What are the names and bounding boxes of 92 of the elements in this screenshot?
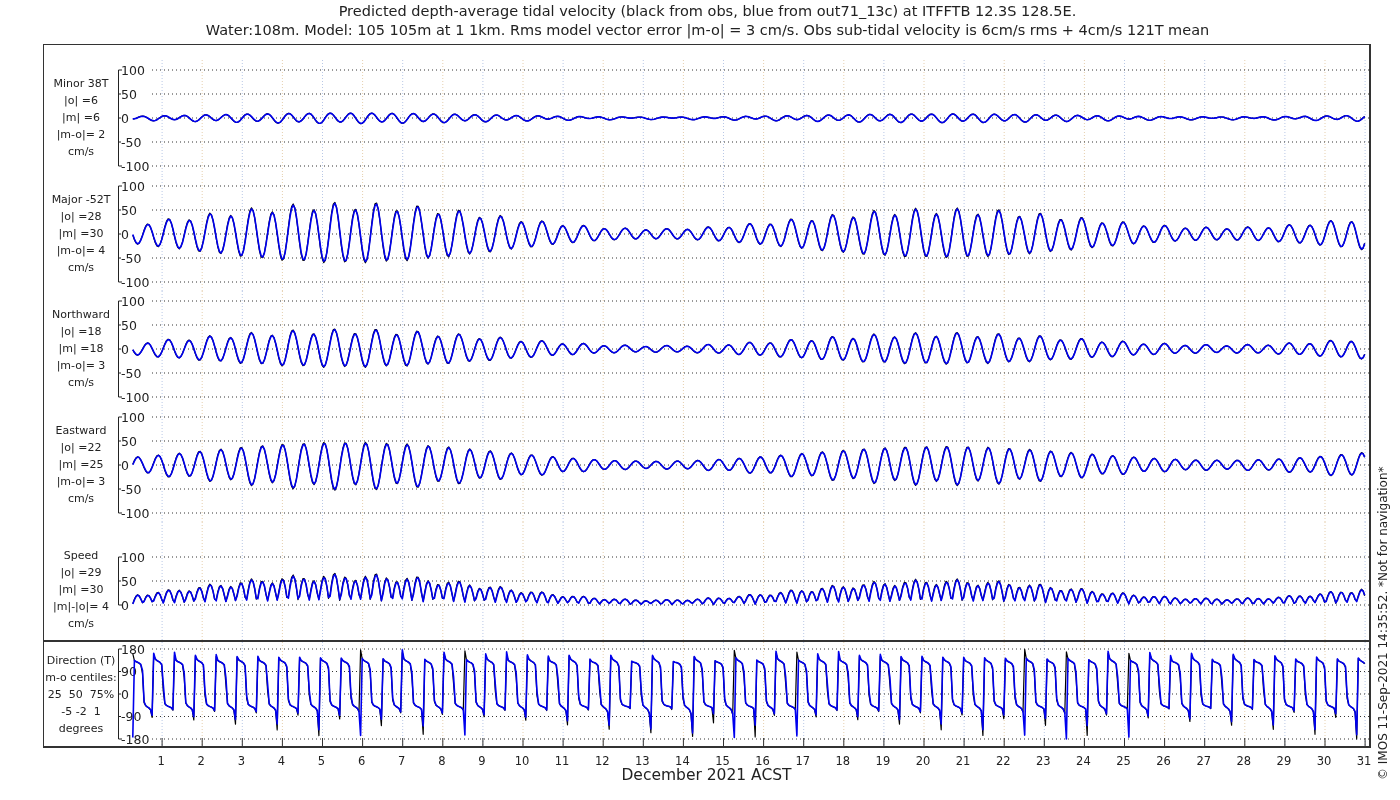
axis-tick-label: 29 [1276,754,1292,768]
axis-tick-label: 26 [1156,754,1171,768]
axis-tick-label: 31 [1356,754,1372,768]
axis-tick-label: -100 [121,274,150,289]
panel-label: cm/s [67,259,95,276]
panel-label: |o| =6 [64,93,98,110]
axis-tick-label: 12 [594,754,610,768]
axis-tick-label: 17 [795,754,810,768]
axis-tick-label: 15 [715,754,730,768]
panel-label: |o| =22 [60,439,102,456]
panel-label: Minor 38T [53,76,109,93]
panel-label: |o| =29 [60,565,102,581]
axis-tick-label: 13 [635,754,650,768]
panel-label: Northward [52,307,110,324]
axis-tick-label: 25 [1116,754,1131,768]
axis-tick-label: 23 [1036,754,1051,768]
axis-tick-label: 1 [157,754,165,768]
axis-tick-label: 9 [478,754,486,768]
axis-tick-label: 28 [1236,754,1252,768]
axis-tick-label: 14 [675,754,690,768]
axis-tick-label: 2 [197,754,205,768]
panel-label: |m| =30 [58,582,104,598]
panel-label: Speed [63,548,99,564]
axis-tick-label: -50 [121,134,142,150]
axis-tick-label: -50 [121,365,142,381]
panel-label: |m| =25 [58,456,104,473]
credit-text: © IMOS 11-Sep-2021 14:35:52. *Not for navigation* [1376,466,1390,780]
axis-tick-label: 20 [915,754,931,768]
axis-tick-label: 30 [1316,754,1332,768]
panel-label: m-o centiles: [45,669,117,686]
axis-tick-label: 19 [875,754,891,768]
panel-label: cm/s [67,490,95,507]
axis-tick-label: 11 [554,754,570,768]
axis-tick-label: -100 [121,505,150,520]
panel-label: |m-o|= 3 [56,473,106,490]
axis-tick-label: 4 [277,754,286,768]
axis-tick-label: -180 [121,731,150,746]
axis-tick-label: 50 [121,202,137,217]
chart-title: Water:108m. Model: 105 105m at 1 1km. Rms model vector error |m-o| = 3 cm/s. Obs sub-tidal velocity is 6cm/s rms + 4cm/s 121T mean [205,21,1210,40]
axis-tick-label: -100 [121,389,150,405]
axis-tick-label: -50 [121,481,142,496]
axis-tick-label: 100 [121,178,145,193]
axis-tick-label: 0 [121,457,129,472]
axis-tick-label: 0 [121,341,129,357]
panel-label: |o| =18 [60,324,102,341]
axis-tick-label: 0 [121,597,129,613]
panel-label: |m|-|o|= 4 [53,599,109,615]
axis-tick-label: 5 [317,754,326,768]
axis-tick-label: 50 [121,317,137,333]
panel-label: |m| =6 [62,110,100,127]
panel-label: cm/s [67,144,95,161]
axis-tick-label: 100 [121,293,145,309]
panel-label: |m-o|= 3 [56,358,106,375]
axis-tick-label: 10 [514,754,530,768]
panel-label: cm/s [67,616,95,632]
axis-tick-label: 180 [121,642,145,657]
panel-label: Direction (T) [46,652,116,669]
axis-tick-label: 21 [955,754,971,768]
axis-tick-label: 100 [121,549,145,565]
panel-label: 25 50 75% [47,686,115,703]
axis-tick-label: 18 [835,754,851,768]
axis-tick-label: 50 [121,573,137,589]
axis-tick-label: 0 [121,226,129,241]
axis-tick-label: 24 [1076,754,1091,768]
panel-label: degrees [58,720,104,737]
axis-tick-label: 50 [121,433,137,448]
panel-label: |m| =30 [58,225,104,242]
axis-tick-label: 50 [121,86,137,102]
axis-tick-label: 16 [755,754,770,768]
axis-tick-label: -100 [121,158,150,174]
axis-tick-label: 6 [357,754,366,768]
panel-label: |m-o|= 4 [56,242,106,259]
axis-tick-label: 8 [438,754,446,768]
panel-label: |m-o|= 2 [56,127,106,144]
panel-label: |m| =18 [58,341,104,358]
y-axis [118,556,123,606]
axis-tick-label: 100 [121,409,145,424]
axis-tick-label: 100 [121,62,145,78]
chart-title: Predicted depth-average tidal velocity (black from obs, blue from out71_13c) at ITFFTB 12.3S 128.5E. [338,2,1077,21]
axis-label: December 2021 ACST [621,766,792,784]
axis-tick-label: 0 [121,686,129,702]
panel-label: Major -52T [51,191,111,208]
panel-label: |o| =28 [60,208,102,225]
axis-tick-label: 0 [121,110,129,126]
axis-tick-label: -50 [121,250,142,265]
panel-label: cm/s [67,375,95,392]
axis-tick-label: 7 [398,754,406,768]
panel-label: Eastward [55,422,107,439]
axis-tick-label: 27 [1196,754,1211,768]
axis-tick-label: 22 [995,754,1011,768]
axis-tick-label: 3 [237,754,245,768]
panel-label: -5 -2 1 [61,703,101,720]
